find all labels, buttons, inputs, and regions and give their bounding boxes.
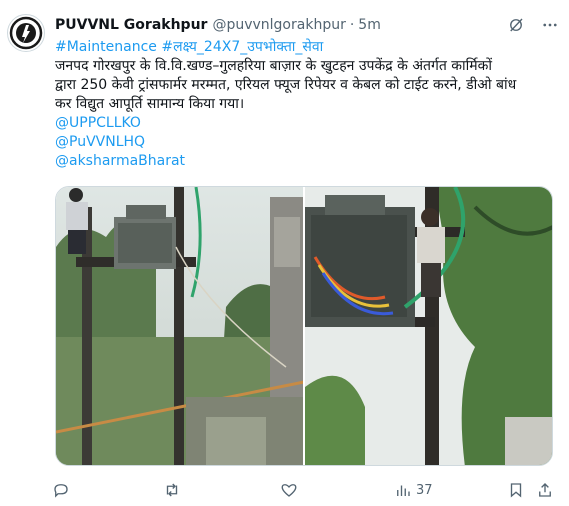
tweet-actions: 37 (52, 478, 557, 502)
grok-icon[interactable] (507, 16, 525, 34)
like-icon (281, 484, 297, 497)
views-icon (397, 485, 410, 496)
retweet-button[interactable] (163, 481, 181, 499)
tweet-text: #Maintenance #लक्ष्य_24X7_उपभोक्ता_सेवा … (55, 38, 560, 171)
views-count: 37 (416, 482, 433, 498)
like-button[interactable] (280, 481, 298, 499)
tweet-text-line: द्वारा 250 केवी ट्रांसफार्मर मरम्मत, एरि… (55, 77, 517, 93)
more-icon[interactable] (541, 16, 559, 34)
tweet-card[interactable]: PUVVNL Gorakhpur @puvvnlgorakhpur · 5m #… (0, 0, 569, 506)
mention-uppcllko[interactable]: @UPPCLLKO (55, 114, 560, 133)
timestamp[interactable]: 5m (358, 17, 381, 33)
header-actions (507, 14, 559, 36)
hashtag-line: #Maintenance #लक्ष्य_24X7_उपभोक्ता_सेवा (55, 38, 560, 57)
separator-dot: · (349, 17, 355, 33)
retweet-icon (166, 483, 178, 497)
transformer-repair-photo-left (56, 187, 303, 465)
transformer-repair-photo-right (305, 187, 552, 465)
share-icon (539, 483, 551, 497)
tweet-media (55, 186, 553, 466)
bookmark-button[interactable] (507, 481, 525, 499)
views-button[interactable]: 37 (394, 481, 433, 499)
tweet-text-line: कर विद्युत आपूर्ति सामान्य किया गया। (55, 96, 245, 112)
tweet-text-line: जनपद गोरखपुर के वि.वि.खण्ड–गुलहरिया बाज़… (55, 58, 493, 74)
reply-icon (54, 484, 68, 498)
photo-right[interactable] (305, 187, 552, 465)
mention-aksharmabharat[interactable]: @aksharmaBharat (55, 152, 560, 171)
avatar[interactable] (7, 14, 45, 52)
puvvnl-logo (9, 16, 43, 50)
hashtag-lakshya[interactable]: #लक्ष्य_24X7_उपभोक्ता_सेवा (161, 39, 323, 55)
photo-left[interactable] (56, 187, 303, 465)
author-handle[interactable]: @puvvnlgorakhpur (212, 17, 345, 33)
reply-button[interactable] (52, 481, 70, 499)
share-button[interactable] (536, 481, 554, 499)
mention-puvvnlhq[interactable]: @PuVVNLHQ (55, 133, 560, 152)
author-name[interactable]: PUVVNL Gorakhpur (55, 17, 207, 33)
hashtag-maintenance[interactable]: #Maintenance (55, 39, 157, 55)
tweet-header: PUVVNL Gorakhpur @puvvnlgorakhpur · 5m (55, 14, 559, 36)
bookmark-icon (510, 483, 522, 498)
